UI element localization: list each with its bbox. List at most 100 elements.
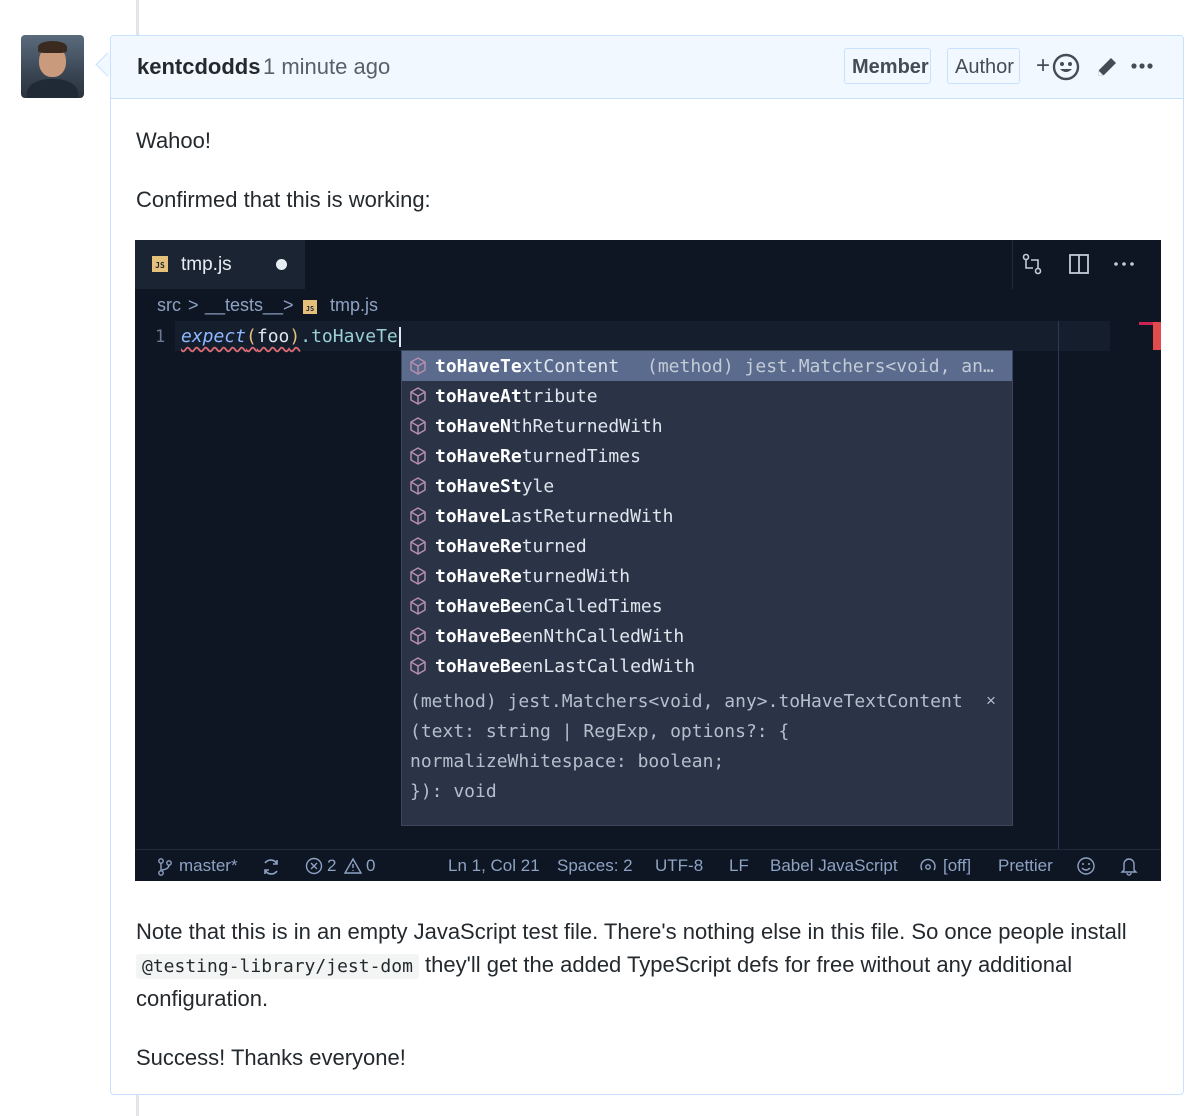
doc-line: }): void xyxy=(410,781,497,802)
suggestion-item[interactable]: toHaveNthReturnedWith xyxy=(402,411,1012,441)
close-docs-icon[interactable]: × xyxy=(986,691,996,711)
editor-more-icon[interactable] xyxy=(1113,260,1135,268)
suggestion-rest: tribute xyxy=(521,386,598,407)
suggestion-label: toHaveTextContent xyxy=(435,356,619,377)
line-endings[interactable]: LF xyxy=(729,856,749,876)
compare-changes-icon[interactable] xyxy=(1021,253,1043,275)
suggestion-item[interactable]: toHaveLastReturnedWith xyxy=(402,501,1012,531)
method-cube-icon xyxy=(408,476,428,501)
breadcrumb-file[interactable]: tmp.js xyxy=(330,295,378,316)
method-cube-icon xyxy=(408,416,428,441)
split-editor-icon[interactable] xyxy=(1068,253,1090,275)
error-count[interactable]: 2 xyxy=(327,856,336,876)
breadcrumb-separator: > xyxy=(283,295,294,315)
plus-label: + xyxy=(1036,52,1051,79)
code-argument: foo xyxy=(256,326,290,347)
suggestion-match: toHaveBe xyxy=(435,596,522,617)
suggestion-rest: turned xyxy=(521,536,587,557)
suggestion-label: toHaveStyle xyxy=(435,476,554,497)
status-bar: master* 2 0 Ln 1, Col 21 Spaces: 2 UTF-8… xyxy=(135,849,1161,881)
comment: kentcdodds 1 minute ago Member Author + … xyxy=(110,35,1184,1095)
method-cube-icon xyxy=(408,626,428,651)
comment-paragraph-line: configuration. xyxy=(136,986,269,1011)
suggestion-item[interactable]: toHaveBeenLastCalledWith xyxy=(402,651,1012,681)
suggestion-item[interactable]: toHaveReturnedTimes xyxy=(402,441,1012,471)
suggestion-rest: thReturnedWith xyxy=(510,416,663,437)
avatar[interactable] xyxy=(21,35,84,98)
suggestion-item[interactable]: toHaveStyle xyxy=(402,471,1012,501)
unsaved-dot-icon[interactable] xyxy=(276,259,287,270)
code-paren: ( xyxy=(246,326,257,347)
editor-tab[interactable]: JS tmp.js xyxy=(135,240,305,289)
comment-paragraph: Success! Thanks everyone! xyxy=(136,1045,406,1070)
comment-paragraph: Note that this is in an empty JavaScript… xyxy=(136,919,1127,944)
text-cursor xyxy=(398,327,401,347)
breadcrumb-tests[interactable]: __tests__ xyxy=(205,295,283,316)
suggestion-rest: enNthCalledWith xyxy=(521,626,685,647)
comment-author[interactable]: kentcdodds xyxy=(137,54,260,80)
file-encoding[interactable]: UTF-8 xyxy=(655,856,703,876)
cursor-position[interactable]: Ln 1, Col 21 xyxy=(448,856,540,876)
sync-icon[interactable] xyxy=(261,857,281,877)
suggestion-label: toHaveNthReturnedWith xyxy=(435,416,663,437)
editor-screenshot: JS tmp.js src > __tests__ > JS tmp.js 1 … xyxy=(135,240,1161,881)
suggestion-item[interactable]: toHaveBeenCalledTimes xyxy=(402,591,1012,621)
suggestion-match: toHaveRe xyxy=(435,536,522,557)
formatter[interactable]: Prettier xyxy=(998,856,1053,876)
method-cube-icon xyxy=(408,536,428,561)
suggestion-match: toHaveRe xyxy=(435,446,522,467)
notifications-bell-icon[interactable] xyxy=(1120,856,1138,876)
git-branch[interactable]: master* xyxy=(179,856,238,876)
suggestion-label: toHaveBeenNthCalledWith xyxy=(435,626,684,647)
code-paren: ) xyxy=(289,326,301,347)
author-badge: Author xyxy=(947,48,1020,84)
suggestion-item[interactable]: toHaveTextContent (method) jest.Matchers<… xyxy=(402,351,1012,381)
error-overview-marker xyxy=(1153,322,1161,350)
live-share-toggle[interactable]: [off] xyxy=(943,856,971,876)
code-method: .toHaveTe xyxy=(300,326,398,347)
suggestion-item[interactable]: toHaveAttribute xyxy=(402,381,1012,411)
method-cube-icon xyxy=(408,386,428,411)
method-cube-icon xyxy=(408,356,428,381)
warning-count[interactable]: 0 xyxy=(366,856,375,876)
git-branch-icon xyxy=(158,858,172,876)
breadcrumb-src[interactable]: src xyxy=(157,295,181,316)
indentation[interactable]: Spaces: 2 xyxy=(557,856,633,876)
minimap-border xyxy=(1058,321,1059,849)
code-line[interactable]: expect(foo).toHaveTe xyxy=(181,326,401,347)
suggestion-label: toHaveReturned xyxy=(435,536,587,557)
suggestion-label: toHaveBeenCalledTimes xyxy=(435,596,663,617)
suggestion-label: toHaveLastReturnedWith xyxy=(435,506,673,527)
suggestion-item[interactable]: toHaveReturnedWith xyxy=(402,561,1012,591)
comment-header: kentcdodds 1 minute ago Member Author + xyxy=(111,36,1183,99)
language-mode[interactable]: Babel JavaScript xyxy=(770,856,898,876)
warning-icon[interactable] xyxy=(343,857,363,875)
inline-code: @testing-library/jest-dom xyxy=(136,954,419,979)
suggestion-rest: turnedTimes xyxy=(521,446,641,467)
suggestion-rest: astReturnedWith xyxy=(510,506,674,527)
method-cube-icon xyxy=(408,566,428,591)
suggestion-match: toHaveL xyxy=(435,506,511,527)
method-cube-icon xyxy=(408,446,428,471)
suggestion-item[interactable]: toHaveBeenNthCalledWith xyxy=(402,621,1012,651)
breadcrumb-separator: > xyxy=(188,295,199,315)
suggestion-match: toHaveAt xyxy=(435,386,522,407)
suggestion-item[interactable]: toHaveReturned xyxy=(402,531,1012,561)
comment-paragraph: Wahoo! xyxy=(136,128,212,153)
suggestion-rest: turnedWith xyxy=(521,566,631,587)
broadcast-icon[interactable] xyxy=(919,858,937,874)
error-icon[interactable] xyxy=(305,857,323,875)
smiley-icon xyxy=(1052,53,1080,81)
more-options-icon[interactable] xyxy=(1130,58,1154,74)
feedback-smiley-icon[interactable] xyxy=(1076,856,1096,876)
pencil-icon[interactable] xyxy=(1094,54,1120,80)
suggestion-match: toHaveN xyxy=(435,416,511,437)
js-file-icon: JS xyxy=(152,256,168,272)
comment-timestamp[interactable]: 1 minute ago xyxy=(263,54,390,80)
suggestion-rest: enLastCalledWith xyxy=(521,656,696,677)
doc-line: (text: string | RegExp, options?: { xyxy=(410,721,790,742)
doc-line: normalizeWhitespace: boolean; xyxy=(410,751,725,772)
js-file-icon: JS xyxy=(303,300,317,314)
suggestion-match: toHaveSt xyxy=(435,476,522,497)
code-keyword: expect xyxy=(181,326,247,347)
